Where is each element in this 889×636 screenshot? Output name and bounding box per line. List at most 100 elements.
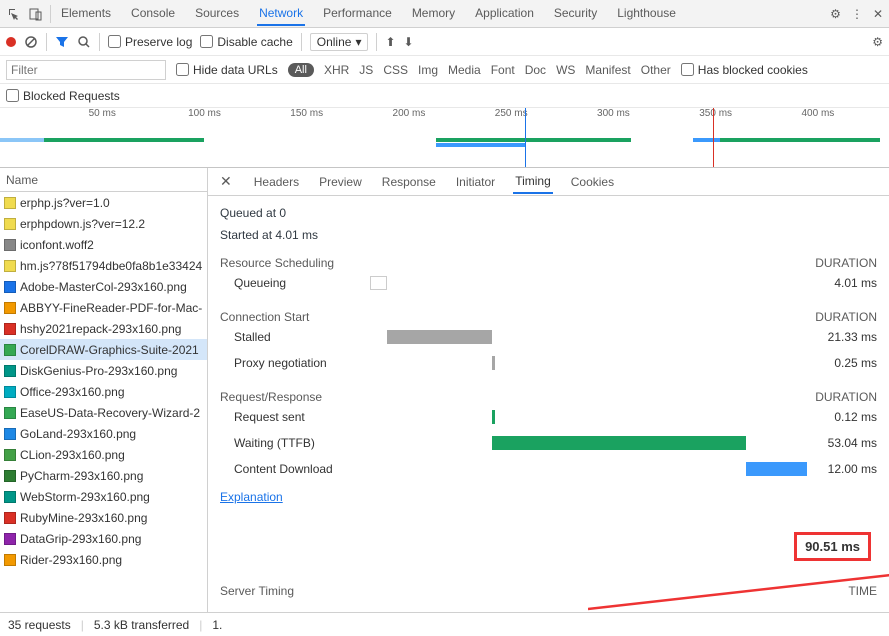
close-details-icon[interactable]: ✕ — [216, 173, 236, 190]
file-row[interactable]: Adobe-MasterCol-293x160.png — [0, 276, 207, 297]
disable-cache-checkbox[interactable]: Disable cache — [200, 35, 292, 49]
throttle-select[interactable]: Online▾ — [310, 33, 369, 51]
file-row[interactable]: hm.js?78f51794dbe0fa8b1e33424 — [0, 255, 207, 276]
content-dl-duration: 12.00 ms — [807, 462, 877, 476]
clear-icon[interactable] — [24, 35, 38, 49]
timeline-overview[interactable]: 50 ms 100 ms 150 ms 200 ms 250 ms 300 ms… — [0, 108, 889, 168]
hide-data-urls-checkbox[interactable]: Hide data URLs — [176, 63, 278, 77]
file-row[interactable]: EaseUS-Data-Recovery-Wizard-2 — [0, 402, 207, 423]
tab-preview[interactable]: Preview — [317, 171, 364, 193]
filter-type-manifest[interactable]: Manifest — [585, 63, 630, 77]
tab-timing[interactable]: Timing — [513, 170, 553, 194]
gear-icon[interactable]: ⚙ — [830, 7, 841, 21]
close-icon[interactable]: ✕ — [873, 7, 883, 21]
proxy-duration: 0.25 ms — [807, 356, 877, 370]
tab-cookies[interactable]: Cookies — [569, 171, 616, 193]
file-row[interactable]: iconfont.woff2 — [0, 234, 207, 255]
tab-lighthouse[interactable]: Lighthouse — [615, 2, 678, 26]
file-row[interactable]: CLion-293x160.png — [0, 444, 207, 465]
file-row[interactable]: DiskGenius-Pro-293x160.png — [0, 360, 207, 381]
filter-type-all[interactable]: All — [288, 63, 314, 77]
record-icon[interactable] — [6, 37, 16, 47]
file-name: DataGrip-293x160.png — [20, 532, 141, 546]
queueing-duration: 4.01 ms — [807, 276, 877, 290]
file-icon — [4, 449, 16, 461]
file-icon — [4, 407, 16, 419]
search-icon[interactable] — [77, 35, 91, 49]
filter-type-ws[interactable]: WS — [556, 63, 575, 77]
name-column-header[interactable]: Name — [0, 168, 207, 192]
file-name: EaseUS-Data-Recovery-Wizard-2 — [20, 406, 200, 420]
connection-title: Connection Start — [220, 310, 309, 324]
filter-type-doc[interactable]: Doc — [525, 63, 546, 77]
has-blocked-checkbox[interactable]: Has blocked cookies — [681, 63, 808, 77]
tab-security[interactable]: Security — [552, 2, 599, 26]
inspect-icon[interactable] — [6, 6, 22, 22]
file-icon — [4, 239, 16, 251]
tab-network[interactable]: Network — [257, 2, 305, 26]
file-icon — [4, 365, 16, 377]
file-row[interactable]: PyCharm-293x160.png — [0, 465, 207, 486]
file-row[interactable]: erphpdown.js?ver=12.2 — [0, 213, 207, 234]
tick: 400 ms — [801, 108, 834, 119]
file-row[interactable]: hshy2021repack-293x160.png — [0, 318, 207, 339]
stalled-label: Stalled — [220, 330, 370, 344]
tab-memory[interactable]: Memory — [410, 2, 457, 26]
tab-application[interactable]: Application — [473, 2, 536, 26]
detail-tabs: ✕ Headers Preview Response Initiator Tim… — [208, 168, 889, 196]
preserve-log-checkbox[interactable]: Preserve log — [108, 35, 192, 49]
file-icon — [4, 344, 16, 356]
filter-type-media[interactable]: Media — [448, 63, 481, 77]
filter-icon[interactable] — [55, 35, 69, 49]
file-row[interactable]: DataGrip-293x160.png — [0, 528, 207, 549]
tab-performance[interactable]: Performance — [321, 2, 394, 26]
divider — [46, 33, 47, 51]
tab-response[interactable]: Response — [380, 171, 438, 193]
device-icon[interactable] — [28, 6, 44, 22]
toolbar-gear-icon[interactable]: ⚙ — [872, 35, 883, 49]
file-name: Office-293x160.png — [20, 385, 125, 399]
filter-type-font[interactable]: Font — [491, 63, 515, 77]
rr-title: Request/Response — [220, 390, 322, 404]
request-sent-label: Request sent — [220, 410, 370, 424]
request-list: Name erphp.js?ver=1.0erphpdown.js?ver=12… — [0, 168, 208, 612]
file-row[interactable]: GoLand-293x160.png — [0, 423, 207, 444]
request-sent-duration: 0.12 ms — [807, 410, 877, 424]
tab-initiator[interactable]: Initiator — [454, 171, 497, 193]
filter-input[interactable] — [6, 60, 166, 80]
tab-console[interactable]: Console — [129, 2, 177, 26]
file-list[interactable]: erphp.js?ver=1.0erphpdown.js?ver=12.2ico… — [0, 192, 207, 612]
file-row[interactable]: Rider-293x160.png — [0, 549, 207, 570]
file-row[interactable]: RubyMine-293x160.png — [0, 507, 207, 528]
file-icon — [4, 491, 16, 503]
file-icon — [4, 554, 16, 566]
kebab-icon[interactable]: ⋮ — [851, 7, 863, 21]
overview-bar — [0, 138, 44, 142]
blocked-requests-checkbox[interactable]: Blocked Requests — [6, 89, 120, 103]
filter-type-img[interactable]: Img — [418, 63, 438, 77]
file-name: CorelDRAW-Graphics-Suite-2021 — [20, 343, 199, 357]
file-row[interactable]: Office-293x160.png — [0, 381, 207, 402]
explanation-link[interactable]: Explanation — [220, 490, 283, 504]
overview-bar — [436, 138, 632, 142]
filter-type-xhr[interactable]: XHR — [324, 63, 349, 77]
filter-type-other[interactable]: Other — [641, 63, 671, 77]
status-bar: 35 requests | 5.3 kB transferred | 1. — [0, 612, 889, 636]
file-row[interactable]: ABBYY-FineReader-PDF-for-Mac- — [0, 297, 207, 318]
file-row[interactable]: CorelDRAW-Graphics-Suite-2021 — [0, 339, 207, 360]
file-name: Adobe-MasterCol-293x160.png — [20, 280, 187, 294]
tab-sources[interactable]: Sources — [193, 2, 241, 26]
filter-type-css[interactable]: CSS — [383, 63, 408, 77]
file-row[interactable]: erphp.js?ver=1.0 — [0, 192, 207, 213]
download-icon[interactable]: ⬇ — [404, 35, 414, 49]
upload-icon[interactable]: ⬆ — [385, 35, 395, 49]
tick: 300 ms — [597, 108, 630, 119]
connection-section: Connection Start DURATION — [220, 310, 877, 324]
filter-bar: Hide data URLs All XHR JS CSS Img Media … — [0, 56, 889, 84]
file-row[interactable]: WebStorm-293x160.png — [0, 486, 207, 507]
proxy-bar — [492, 356, 494, 370]
tab-headers[interactable]: Headers — [252, 171, 301, 193]
overview-bar — [720, 138, 880, 142]
filter-type-js[interactable]: JS — [359, 63, 373, 77]
tab-elements[interactable]: Elements — [59, 2, 113, 26]
